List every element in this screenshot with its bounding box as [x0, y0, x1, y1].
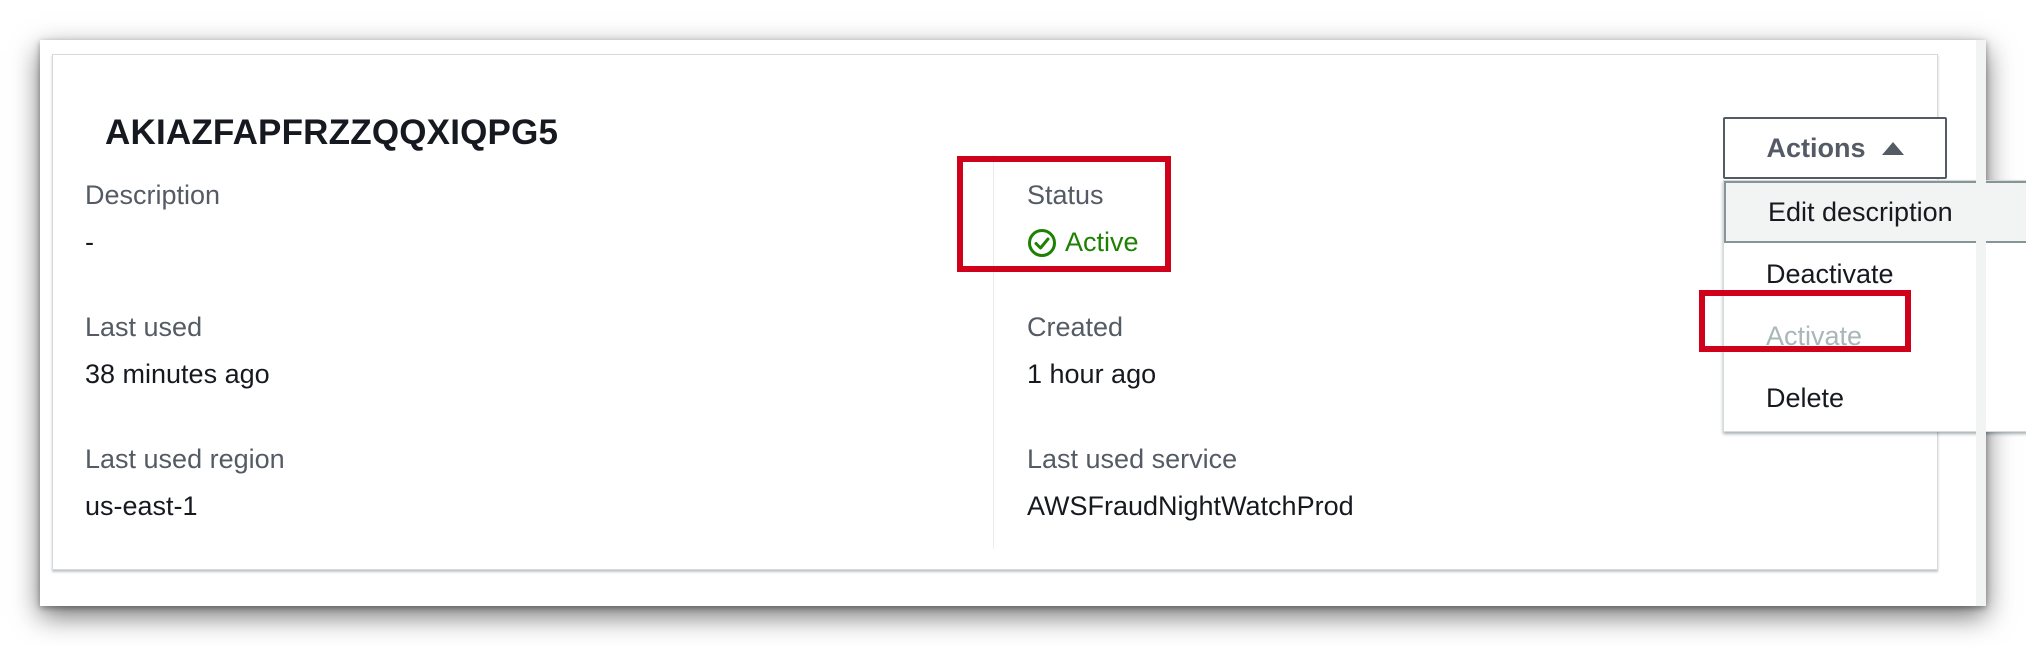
last-used-region-value: us-east-1	[85, 491, 198, 521]
last-used-region-label: Last used region	[85, 444, 285, 474]
created-label: Created	[1027, 312, 1124, 342]
actions-button-label: Actions	[1766, 132, 1866, 163]
status-highlight-box	[957, 156, 1171, 272]
last-used-service-value: AWSFraudNightWatchProd	[1027, 491, 1354, 521]
screenshot-frame: AKIAZFAPFRZZQQXIQPG5 Description - Last …	[40, 40, 2026, 606]
caret-up-icon	[1881, 141, 1904, 155]
last-used-value: 38 minutes ago	[85, 359, 270, 389]
description-value: -	[85, 227, 94, 257]
actions-dropdown-button[interactable]: Actions	[1723, 117, 1947, 179]
created-value: 1 hour ago	[1027, 359, 1157, 389]
activate-highlight-box	[1699, 290, 1911, 352]
last-used-service-label: Last used service	[1027, 444, 1238, 474]
access-key-id: AKIAZFAPFRZZQQXIQPG5	[105, 113, 559, 152]
page-edge	[1976, 40, 1986, 606]
last-used-label: Last used	[85, 312, 203, 342]
description-label: Description	[85, 180, 221, 210]
access-key-card: AKIAZFAPFRZZQQXIQPG5 Description - Last …	[52, 54, 2026, 570]
